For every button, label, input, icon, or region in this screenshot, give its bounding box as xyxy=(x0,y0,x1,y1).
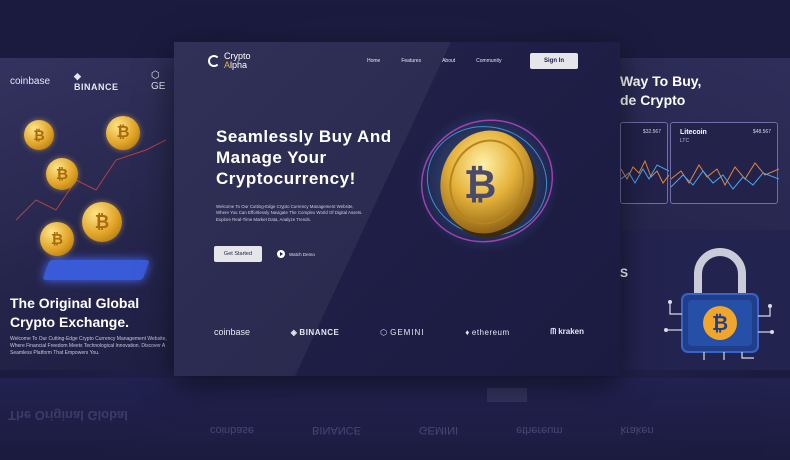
floor-reflection: The Original Global coinbase BINANCE GEM… xyxy=(0,378,790,460)
gemini-logo-text: GEMINI xyxy=(390,327,425,337)
main-landing-page: Crypto Alpha Home Features About Communi… xyxy=(174,42,620,376)
nav-home[interactable]: Home xyxy=(367,58,380,64)
left-panel-title: The Original Global Crypto Exchange. xyxy=(10,294,139,332)
binance-logo: ◈ BINANCE xyxy=(291,328,340,337)
nav-features[interactable]: Features xyxy=(401,58,421,64)
reflection-logo: BINANCE xyxy=(312,424,361,436)
binance-logo: ◆ BINANCE xyxy=(74,70,119,92)
gemini-logo-text: GE xyxy=(150,81,166,92)
watch-demo-label: Watch Demo xyxy=(289,251,315,257)
binance-icon: ◈ xyxy=(290,327,298,337)
reflection-logo: kraken xyxy=(620,424,654,436)
ethereum-icon: ♦ xyxy=(465,327,470,337)
hero-desc-line: Explore Real-Time Market Data, Analyze T… xyxy=(216,216,312,222)
price-card[interactable]: $32.567 xyxy=(620,122,669,204)
bitcoin-coin-icon: ₿ xyxy=(24,120,54,150)
brand-wordmark: Crypto Alpha xyxy=(224,52,251,70)
right-title-line: Way To Buy, xyxy=(620,73,702,89)
right-title-line: de Crypto xyxy=(620,92,686,108)
bitcoin-hero-icon: ₿ xyxy=(415,109,559,253)
play-icon xyxy=(277,250,285,258)
hero-title: Seamlessly Buy And Manage Your Cryptocur… xyxy=(216,126,392,189)
kraken-logo: ᗰ kraken xyxy=(550,327,584,337)
bitcoin-coin-icon: ₿ xyxy=(40,222,74,256)
litecoin-price-card[interactable]: Litecoin LTC $48.567 xyxy=(670,122,779,204)
binance-logo-text: BINANCE xyxy=(74,81,119,92)
hero-title-line: Manage Your xyxy=(216,148,327,167)
partner-logos: coinbase ◈ BINANCE ⬡ GEMINI ♦ ethereum ᗰ kra… xyxy=(214,327,584,337)
reflection-left-text: The Original Global xyxy=(8,408,128,423)
left-panel-description: Welcome To Our Cutting-Edge Crypto Curre… xyxy=(10,336,167,356)
brand-word-rest: lpha xyxy=(230,60,248,70)
brand-mark-icon xyxy=(208,55,220,67)
kraken-logo-text: kraken xyxy=(558,327,584,336)
ethereum-logo: ♦ ethereum xyxy=(465,328,509,337)
price-sparkline xyxy=(621,159,669,184)
watch-demo-link[interactable]: Watch Demo xyxy=(277,250,315,258)
hero-title-line: Seamlessly Buy And xyxy=(216,127,392,146)
coin-name: Litecoin xyxy=(680,129,707,136)
binance-logo-text: BINANCE xyxy=(299,327,340,337)
right-panel-title: Way To Buy, de Crypto xyxy=(620,72,701,110)
brand-logo[interactable]: Crypto Alpha xyxy=(208,52,251,70)
coinbase-logo: coinbase xyxy=(10,75,51,87)
svg-text:₿: ₿ xyxy=(464,163,497,207)
coin-stack-illustration: ₿ ₿ ₿ ₿ ₿ xyxy=(16,110,166,290)
ethereum-logo-text: ethereum xyxy=(471,327,510,337)
brand-word: Alpha xyxy=(224,61,251,70)
showcase-stage: The Original Global coinbase BINANCE GEM… xyxy=(0,0,790,460)
gemini-icon: ⬡ xyxy=(380,327,389,337)
phone-icon xyxy=(42,260,150,280)
left-partner-logos: coinbase ◆ BINANCE ⬡ GE xyxy=(10,70,176,92)
svg-text:₿: ₿ xyxy=(712,313,728,335)
reflection-logo: ethereum xyxy=(516,424,563,436)
coinbase-logo: coinbase xyxy=(214,327,251,337)
sign-in-button[interactable]: Sign In xyxy=(530,53,578,69)
hero-description: Welcome To Our Cutting-Edge Crypto Curre… xyxy=(216,204,406,223)
right-lower-letter: S xyxy=(620,266,629,280)
left-title-line: The Original Global xyxy=(10,295,140,311)
reflection-logo: GEMINI xyxy=(418,424,459,436)
padlock-bitcoin-icon: ₿ xyxy=(664,248,774,360)
reflection-logo: coinbase xyxy=(210,424,255,436)
left-title-line: Crypto Exchange. xyxy=(10,314,130,330)
gemini-logo: ⬡ GEMINI xyxy=(380,328,424,337)
gemini-logo: ⬡ GE xyxy=(150,70,166,92)
price-card-price: $32.567 xyxy=(642,129,661,135)
hero-title-line: Cryptocurrency! xyxy=(216,169,356,188)
coin-price: $48.567 xyxy=(752,129,771,135)
left-preview-panel: coinbase ◆ BINANCE ⬡ GE ₿ ₿ ₿ ₿ ₿ The Or… xyxy=(0,58,176,370)
nav-about[interactable]: About xyxy=(442,58,455,64)
reflection-button xyxy=(487,388,527,402)
reflection-logos: coinbase BINANCE GEMINI ethereum kraken xyxy=(210,424,654,436)
bitcoin-coin-icon: ₿ xyxy=(46,158,78,190)
get-started-button[interactable]: Get Started xyxy=(214,246,262,262)
litecoin-sparkline xyxy=(671,162,779,190)
coin-symbol: LTC xyxy=(680,138,690,144)
main-nav: Home Features About Community xyxy=(367,58,501,64)
bitcoin-coin-icon: ₿ xyxy=(82,202,122,242)
bitcoin-coin-icon: ₿ xyxy=(106,116,140,150)
nav-community[interactable]: Community xyxy=(476,58,501,64)
kraken-icon: ᗰ xyxy=(550,327,557,336)
